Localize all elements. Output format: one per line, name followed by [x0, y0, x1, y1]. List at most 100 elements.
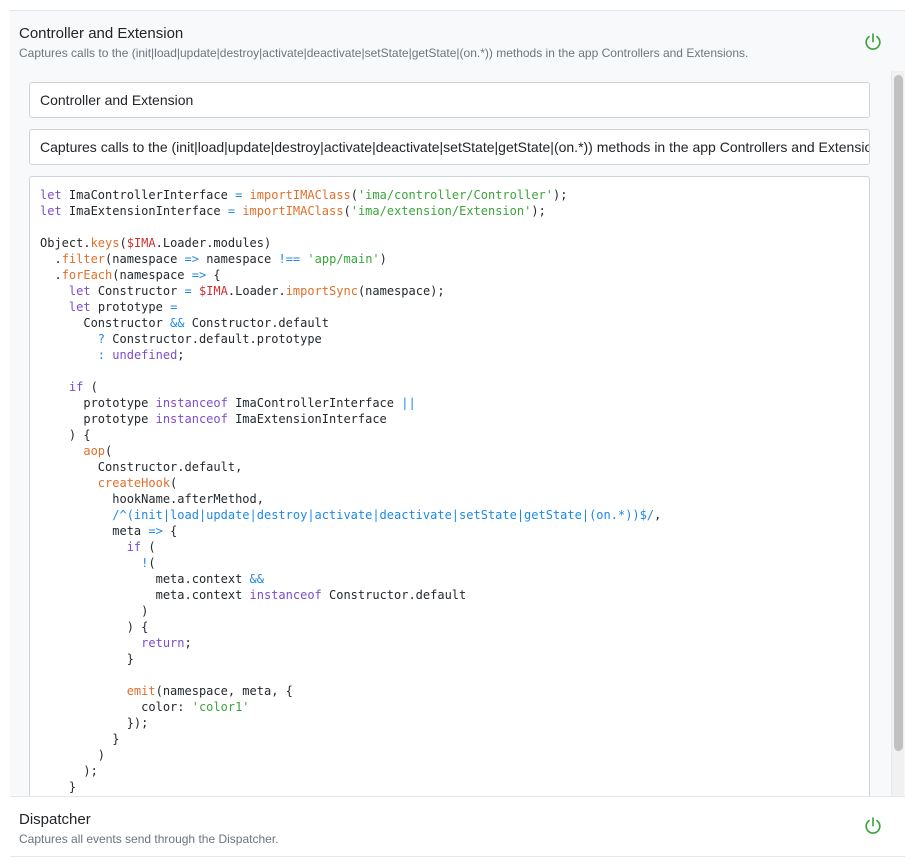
plugin-panel-controller-extension: Controller and Extension Captures calls … [10, 11, 905, 796]
code-token: ( [343, 204, 351, 218]
code-token: let [68, 300, 91, 314]
code-line: return; [40, 635, 661, 651]
code-token: let [68, 284, 91, 298]
code-token: . [40, 252, 62, 266]
code-token: importIMAClass [242, 204, 344, 218]
code-line: ? Constructor.default.prototype [40, 331, 661, 347]
scrollbar[interactable] [891, 71, 904, 796]
code-line: meta.context && [40, 571, 661, 587]
code-token: ? [97, 332, 106, 346]
code-line: ) { [40, 619, 661, 635]
code-token: } [40, 652, 134, 666]
code-token: ) { [40, 428, 91, 442]
code-token: $IMA [198, 284, 228, 298]
code-token: ImaControllerInterface [61, 188, 236, 202]
code-token: hookName.afterMethod, [40, 492, 264, 506]
plugin-title: Dispatcher [19, 811, 91, 828]
code-token: if [68, 380, 84, 394]
code-token: Constructor.default [321, 588, 467, 602]
code-token: ( [141, 540, 156, 554]
code-token: prototype [40, 412, 156, 426]
code-token: ( [170, 476, 178, 490]
code-token: ( [83, 380, 98, 394]
code-token: importSync [285, 284, 358, 298]
power-toggle-button[interactable] [862, 31, 884, 53]
plugin-description: Captures calls to the (init|load|update|… [19, 46, 749, 60]
code-line: ) { [40, 427, 661, 443]
code-token: createHook [97, 476, 171, 490]
code-token: => [191, 268, 207, 282]
plugin-description-input[interactable]: Captures calls to the (init|load|update|… [29, 129, 870, 165]
code-token: ); [553, 188, 568, 202]
code-token: ImaControllerInterface [227, 396, 402, 410]
code-token: ) [379, 252, 387, 266]
plugin-header[interactable]: Controller and Extension Captures calls … [10, 11, 905, 75]
code-token: instanceof [249, 588, 322, 602]
code-line: Object.keys($IMA.Loader.modules) [40, 235, 661, 251]
code-token: => [184, 252, 199, 266]
code-token: && [249, 572, 264, 586]
code-line: createHook( [40, 475, 661, 491]
code-token: namespace [198, 252, 279, 266]
code-token: ); [531, 204, 546, 218]
code-content: let ImaControllerInterface = importIMACl… [40, 187, 661, 795]
plugin-panel-dispatcher[interactable]: Dispatcher Captures all events send thro… [10, 797, 905, 857]
code-line: }); [40, 715, 661, 731]
code-token: Constructor [90, 284, 185, 298]
code-line: if ( [40, 539, 661, 555]
code-token: return [141, 636, 185, 650]
code-line: .forEach(namespace => { [40, 267, 661, 283]
code-line: ) [40, 747, 661, 763]
scrollbar-thumb[interactable] [894, 75, 903, 751]
code-line: } [40, 731, 661, 747]
code-line: /^(init|load|update|destroy|activate|dea… [40, 507, 661, 523]
code-line: emit(namespace, meta, { [40, 683, 661, 699]
code-line: : undefined; [40, 347, 661, 363]
code-token: ( [119, 236, 127, 250]
code-line: } [40, 651, 661, 667]
code-token: ; [184, 636, 192, 650]
code-token: ; [177, 348, 185, 362]
code-token: let [40, 204, 62, 218]
code-token: if [126, 540, 142, 554]
code-token: ) { [40, 620, 149, 634]
plugin-description: Captures all events send through the Dis… [19, 832, 279, 846]
code-token: meta.context [40, 588, 250, 602]
code-token: Constructor.default [184, 316, 329, 330]
code-token: (namespace, meta, { [155, 684, 293, 698]
code-token: => [148, 524, 163, 538]
code-token: = [227, 204, 236, 218]
power-toggle-button[interactable] [862, 815, 884, 837]
code-token: keys [90, 236, 120, 250]
code-token: Constructor [40, 316, 171, 330]
code-line: prototype instanceof ImaControllerInterf… [40, 395, 661, 411]
plugin-name-input[interactable]: Controller and Extension [29, 82, 870, 118]
code-token: undefined [112, 348, 178, 362]
code-token: (namespace); [357, 284, 445, 298]
code-token: 'ima/extension/Extension' [350, 204, 532, 218]
power-icon [865, 33, 881, 50]
code-token: .Loader.modules) [155, 236, 272, 250]
code-line: !( [40, 555, 661, 571]
code-token: ( [350, 188, 358, 202]
code-line: prototype instanceof ImaExtensionInterfa… [40, 411, 661, 427]
code-line: let ImaControllerInterface = importIMACl… [40, 187, 661, 203]
code-token: /^(init|load|update|destroy|activate|dea… [112, 508, 655, 522]
code-token: 'color1' [191, 700, 250, 714]
plugin-title: Controller and Extension [19, 25, 184, 42]
code-token: instanceof [155, 412, 228, 426]
code-token: meta [40, 524, 149, 538]
code-token: instanceof [155, 396, 228, 410]
code-token: Constructor.default.prototype [105, 332, 322, 346]
code-token: (namespace [105, 252, 185, 266]
code-token: || [401, 396, 416, 410]
plugin-code-editor[interactable]: let ImaControllerInterface = importIMACl… [29, 176, 870, 796]
